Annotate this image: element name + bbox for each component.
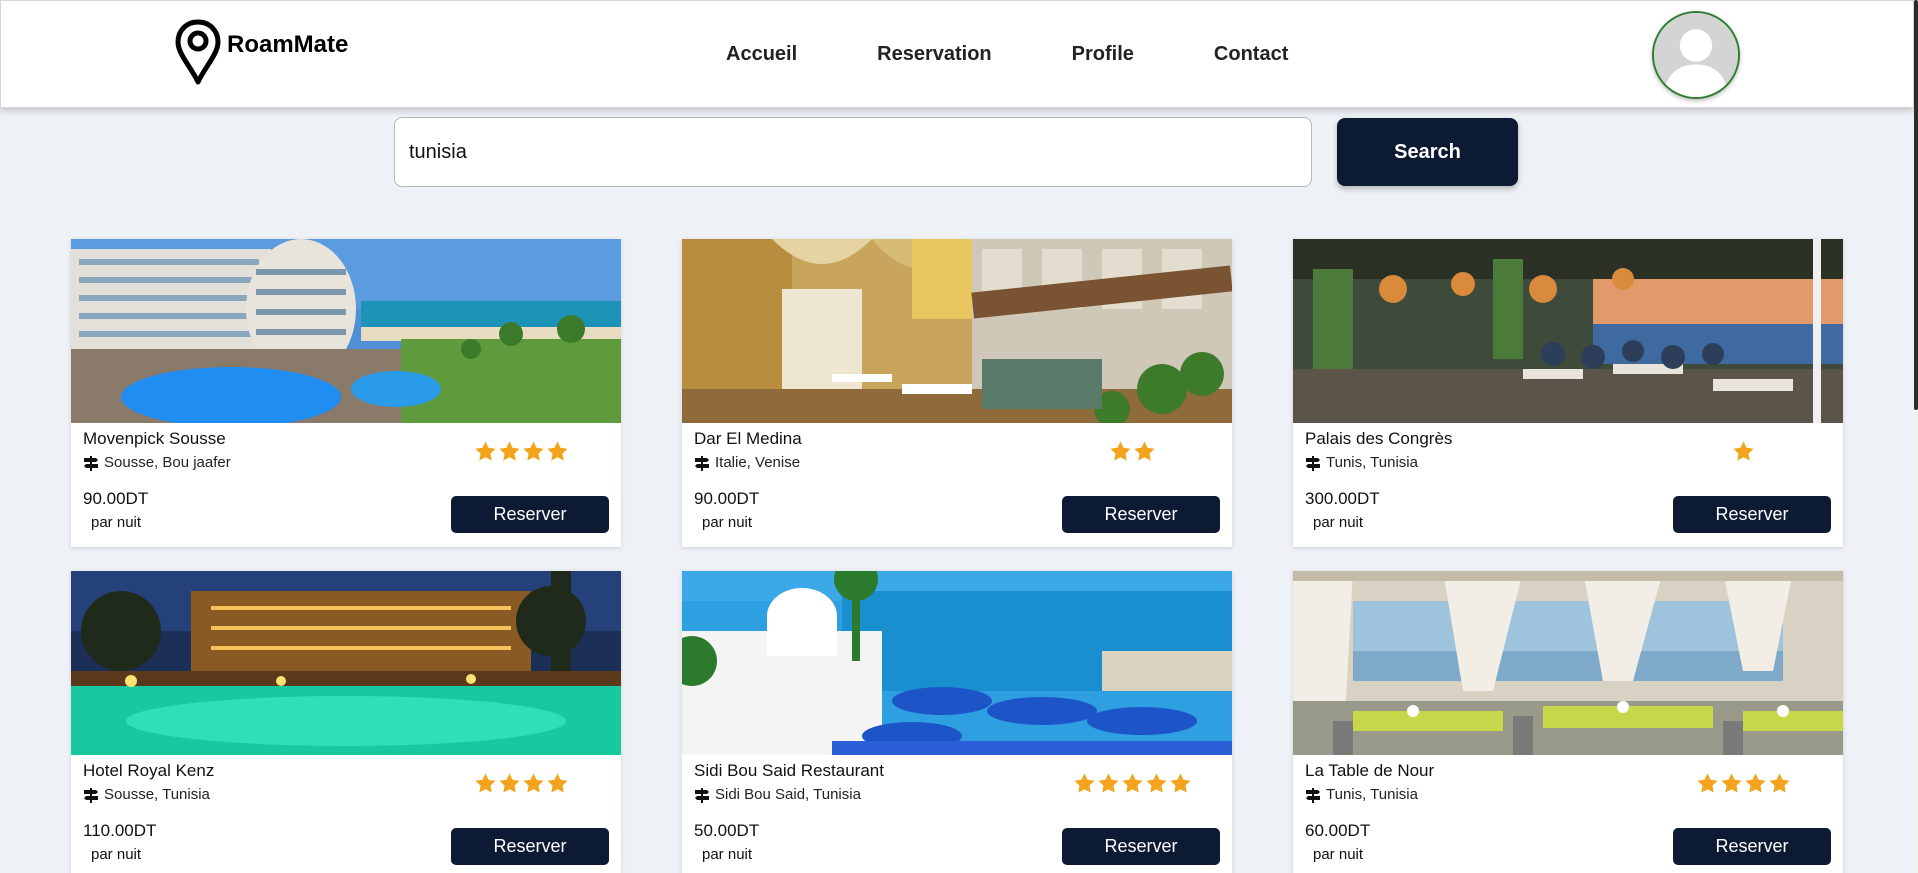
star-icon bbox=[475, 773, 496, 793]
star-icon bbox=[499, 441, 520, 461]
price-unit: par nuit bbox=[91, 846, 142, 863]
signpost-icon bbox=[1306, 787, 1320, 803]
hotel-name: Sidi Bou Said Restaurant bbox=[694, 761, 884, 780]
reserve-button[interactable]: Reserver bbox=[1673, 828, 1831, 865]
star-icon bbox=[1122, 773, 1143, 793]
star-icon bbox=[1769, 773, 1790, 793]
star-icon bbox=[1110, 441, 1131, 461]
nav-item-reservation[interactable]: Reservation bbox=[877, 43, 992, 66]
nav-item-contact[interactable]: Contact bbox=[1214, 43, 1288, 66]
hotel-location: Tunis, Tunisia bbox=[1305, 454, 1418, 471]
star-rating bbox=[1109, 440, 1157, 463]
search-button[interactable]: Search bbox=[1337, 118, 1518, 186]
star-rating bbox=[474, 440, 570, 463]
hotel-location: Sousse, Bou jaafer bbox=[83, 454, 231, 471]
signpost-icon bbox=[84, 787, 98, 803]
star-icon bbox=[475, 441, 496, 461]
star-icon bbox=[1134, 441, 1155, 461]
hotel-name: Palais des Congrès bbox=[1305, 429, 1453, 448]
signpost-icon bbox=[84, 455, 98, 471]
price-unit: par nuit bbox=[702, 514, 753, 531]
hotel-location: Tunis, Tunisia bbox=[1305, 786, 1418, 803]
hotel-card: Movenpick Sousse Sousse, Bou jaafer 90.0… bbox=[71, 239, 621, 547]
nav-item-profile[interactable]: Profile bbox=[1072, 43, 1134, 66]
hotel-card: La Table de Nour Tunis, Tunisia 60.00DT … bbox=[1293, 571, 1843, 873]
star-icon bbox=[1098, 773, 1119, 793]
search-input[interactable] bbox=[394, 117, 1312, 187]
hotel-card: Palais des Congrès Tunis, Tunisia 300.00… bbox=[1293, 239, 1843, 547]
map-pin-icon bbox=[175, 19, 221, 85]
star-icon bbox=[547, 441, 568, 461]
hotel-price: 90.00DT bbox=[83, 489, 149, 508]
hotel-card: Hotel Royal Kenz Sousse, Tunisia 110.00D… bbox=[71, 571, 621, 873]
price-unit: par nuit bbox=[702, 846, 753, 863]
hotel-location: Sousse, Tunisia bbox=[83, 786, 210, 803]
hotel-image bbox=[71, 239, 621, 423]
signpost-icon bbox=[695, 787, 709, 803]
star-icon bbox=[547, 773, 568, 793]
star-icon bbox=[1146, 773, 1167, 793]
hotel-location: Sidi Bou Said, Tunisia bbox=[694, 786, 861, 803]
nav-item-accueil[interactable]: Accueil bbox=[726, 43, 797, 66]
star-icon bbox=[1745, 773, 1766, 793]
hotel-location: Italie, Venise bbox=[694, 454, 800, 471]
hotel-image bbox=[682, 571, 1232, 755]
hotel-location-text: Sidi Bou Said, Tunisia bbox=[715, 786, 861, 803]
hotel-name: La Table de Nour bbox=[1305, 761, 1435, 780]
star-icon bbox=[1170, 773, 1191, 793]
price-unit: par nuit bbox=[91, 514, 142, 531]
reserve-button[interactable]: Reserver bbox=[451, 496, 609, 533]
hotel-name: Dar El Medina bbox=[694, 429, 802, 448]
star-icon bbox=[1721, 773, 1742, 793]
page-scrollbar[interactable] bbox=[1914, 0, 1918, 873]
hotel-card: Dar El Medina Italie, Venise 90.00DT par… bbox=[682, 239, 1232, 547]
hotel-location-text: Tunis, Tunisia bbox=[1326, 454, 1418, 471]
hotel-price: 300.00DT bbox=[1305, 489, 1380, 508]
hotel-location-text: Sousse, Bou jaafer bbox=[104, 454, 231, 471]
star-rating bbox=[474, 772, 570, 795]
scrollbar-thumb[interactable] bbox=[1914, 0, 1918, 410]
star-icon bbox=[499, 773, 520, 793]
hotel-location-text: Tunis, Tunisia bbox=[1326, 786, 1418, 803]
hotel-card: Sidi Bou Said Restaurant Sidi Bou Said, … bbox=[682, 571, 1232, 873]
brand-logo[interactable]: RoamMate bbox=[175, 19, 348, 85]
hotel-price: 90.00DT bbox=[694, 489, 760, 508]
star-rating bbox=[1073, 772, 1193, 795]
hotel-price: 50.00DT bbox=[694, 821, 760, 840]
signpost-icon bbox=[1306, 455, 1320, 471]
hotel-name: Movenpick Sousse bbox=[83, 429, 226, 448]
star-rating bbox=[1732, 440, 1756, 463]
price-unit: par nuit bbox=[1313, 514, 1364, 531]
reserve-button[interactable]: Reserver bbox=[1062, 828, 1220, 865]
hotel-location-text: Italie, Venise bbox=[715, 454, 801, 471]
main-nav: Accueil Reservation Profile Contact bbox=[726, 43, 1368, 66]
user-avatar[interactable] bbox=[1652, 11, 1740, 99]
brand-name: RoamMate bbox=[227, 31, 349, 58]
hotel-image bbox=[71, 571, 621, 755]
signpost-icon bbox=[695, 455, 709, 471]
reserve-button[interactable]: Reserver bbox=[451, 828, 609, 865]
star-icon bbox=[1074, 773, 1095, 793]
price-unit: par nuit bbox=[1313, 846, 1364, 863]
top-navbar: RoamMate Accueil Reservation Profile Con… bbox=[0, 0, 1914, 108]
reserve-button[interactable]: Reserver bbox=[1062, 496, 1220, 533]
reserve-button[interactable]: Reserver bbox=[1673, 496, 1831, 533]
hotel-price: 110.00DT bbox=[83, 821, 157, 840]
hotel-image bbox=[1293, 571, 1843, 755]
hotel-price: 60.00DT bbox=[1305, 821, 1371, 840]
star-rating bbox=[1696, 772, 1792, 795]
user-icon bbox=[1654, 13, 1738, 97]
star-icon bbox=[1697, 773, 1718, 793]
hotel-name: Hotel Royal Kenz bbox=[83, 761, 215, 780]
star-icon bbox=[523, 441, 544, 461]
hotel-image bbox=[682, 239, 1232, 423]
star-icon bbox=[523, 773, 544, 793]
hotel-image bbox=[1293, 239, 1843, 423]
hotel-location-text: Sousse, Tunisia bbox=[104, 786, 210, 803]
star-icon bbox=[1733, 441, 1754, 461]
